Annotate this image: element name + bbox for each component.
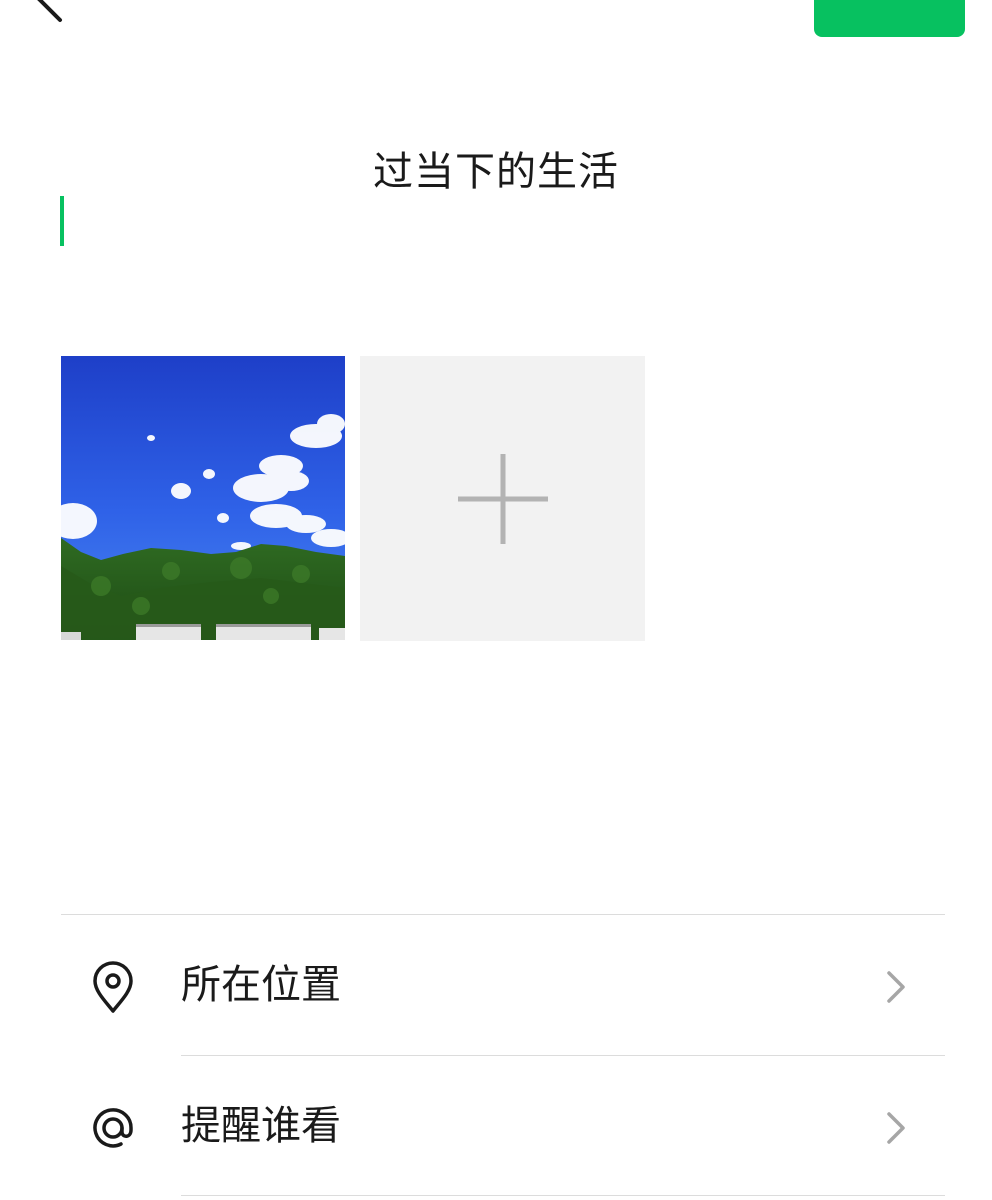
at-sign-icon bbox=[85, 1100, 141, 1156]
add-photo-button[interactable] bbox=[360, 356, 645, 641]
publish-button[interactable]: 发表 bbox=[814, 0, 965, 37]
photo-thumbnail[interactable] bbox=[61, 356, 345, 640]
location-row[interactable]: 所在位置 bbox=[61, 915, 945, 1055]
chevron-right-icon bbox=[881, 1108, 911, 1148]
moments-compose-screen: 发表 过当下的生活 bbox=[0, 0, 992, 1200]
remind-who-row[interactable]: 提醒谁看 bbox=[61, 1056, 945, 1196]
chevron-right-icon bbox=[881, 967, 911, 1007]
location-pin-icon bbox=[85, 959, 141, 1015]
text-cursor bbox=[60, 196, 64, 246]
location-label: 所在位置 bbox=[181, 962, 341, 1008]
publish-button-label: 发表 bbox=[814, 0, 965, 13]
back-button[interactable] bbox=[20, 0, 80, 30]
landscape-photo bbox=[61, 356, 345, 640]
post-text-input[interactable]: 过当下的生活 bbox=[0, 144, 992, 200]
chevron-left-icon bbox=[37, 0, 62, 22]
divider bbox=[181, 1195, 945, 1196]
plus-icon bbox=[458, 454, 548, 544]
remind-who-label: 提醒谁看 bbox=[181, 1103, 341, 1149]
